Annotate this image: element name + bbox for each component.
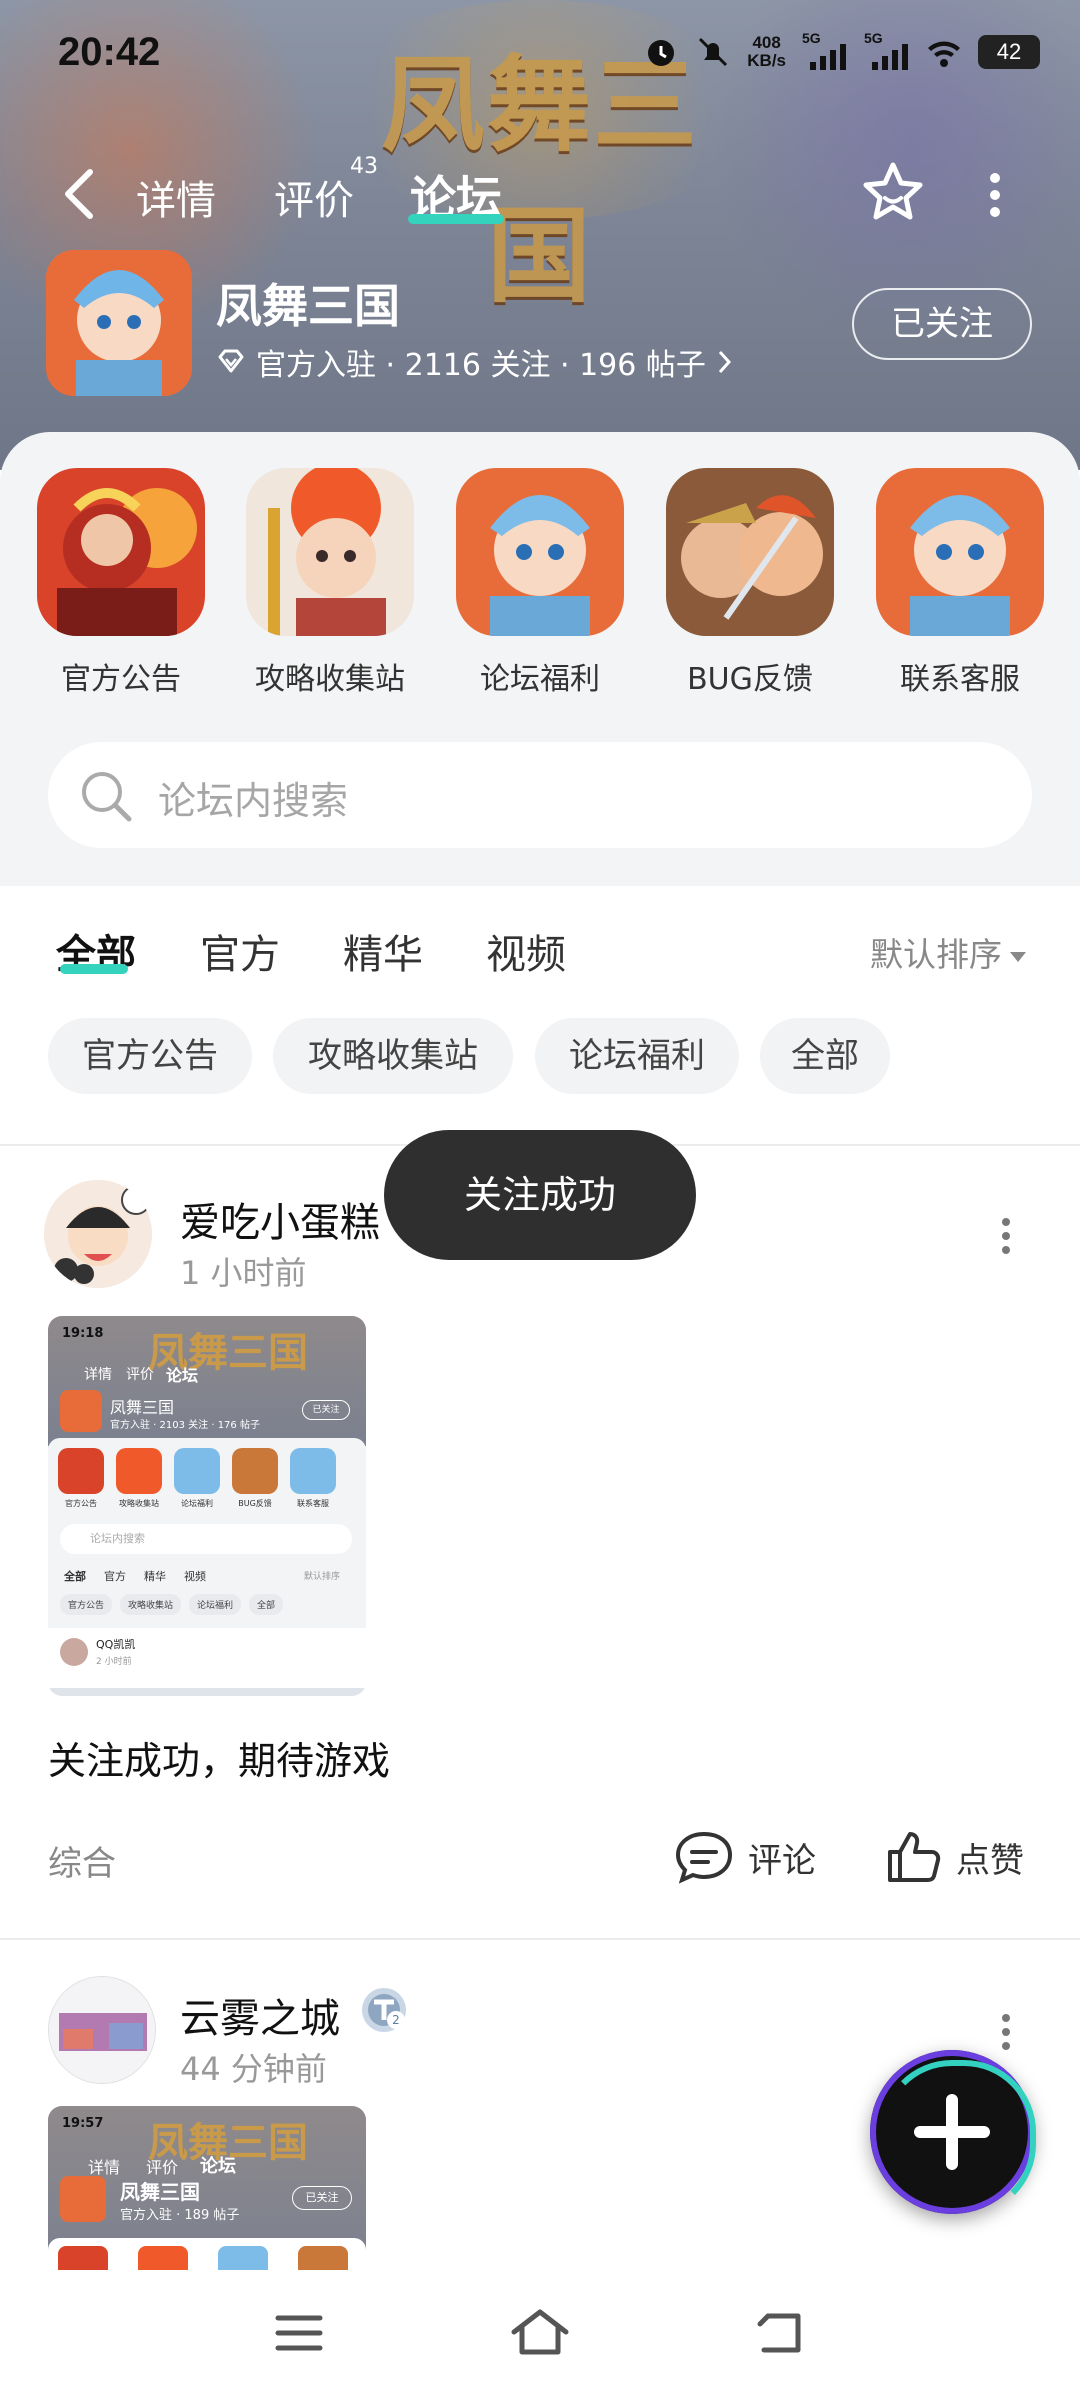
back-icon[interactable]	[754, 2308, 806, 2356]
more-options-icon[interactable]	[980, 170, 1010, 220]
signal-1-icon: 5G	[802, 30, 848, 70]
post-time: 44 分钟前	[180, 2050, 327, 2088]
divider	[0, 1938, 1080, 1940]
mute-bell-icon	[699, 37, 728, 67]
plus-icon	[914, 2094, 990, 2170]
quick-link-bug-report[interactable]: BUG反馈	[665, 468, 835, 698]
quick-link-welfare[interactable]: 论坛福利	[455, 468, 625, 698]
tab-reviews[interactable]: 评价	[274, 168, 354, 226]
filter-tab-featured[interactable]: 精华	[343, 922, 423, 980]
chip-strategy[interactable]: 攻略收集站	[273, 1018, 513, 1094]
post-image-thumbnail[interactable]: 凤舞三国 19:18 详情 评价 论坛 凤舞三国 官方入驻 · 2103 关注 …	[48, 1316, 366, 1696]
strategy-icon	[246, 468, 414, 636]
forum-search-input[interactable]: 论坛内搜索	[48, 742, 1032, 848]
filter-tab-official[interactable]: 官方	[200, 922, 280, 980]
customer-service-icon	[876, 468, 1044, 636]
search-placeholder: 论坛内搜索	[158, 779, 349, 823]
menu-icon[interactable]	[274, 2312, 324, 2354]
post-author-name[interactable]: 云雾之城	[180, 1986, 340, 2044]
forum-meta[interactable]: 官方入驻 · 2116 关注 · 196 帖子	[216, 340, 734, 384]
thumbs-up-icon	[888, 1832, 941, 1882]
comment-icon	[675, 1831, 733, 1884]
filter-tab-indicator	[60, 964, 128, 974]
chip-welfare[interactable]: 论坛福利	[535, 1018, 739, 1094]
forum-panel: 官方公告 攻略收集站 论坛福利 BUG反馈 联系客服 论坛内搜索	[0, 432, 1080, 886]
status-bar: 20:42 408 KB/s 5G 5G 42	[0, 0, 1080, 110]
top-navigation: 详情 评价 43 论坛	[0, 150, 1080, 240]
filter-tab-video[interactable]: 视频	[486, 922, 566, 980]
bug-report-icon	[666, 468, 834, 636]
search-icon	[82, 772, 132, 822]
forum-avatar	[46, 250, 192, 396]
chip-all[interactable]: 全部	[760, 1018, 890, 1094]
reviews-count-badge: 43	[350, 154, 378, 179]
create-post-button[interactable]	[870, 2050, 1036, 2216]
comment-button[interactable]: 评论	[674, 1830, 816, 1884]
tab-active-indicator	[408, 214, 504, 224]
sort-dropdown[interactable]: 默认排序	[870, 928, 1026, 976]
chevron-down-icon	[1010, 951, 1026, 962]
quick-link-strategy[interactable]: 攻略收集站	[245, 468, 415, 698]
forum-name: 凤舞三国	[216, 279, 400, 333]
system-navigation-bar	[0, 2270, 1080, 2400]
official-diamond-icon	[218, 349, 244, 373]
chip-announcements[interactable]: 官方公告	[48, 1018, 252, 1094]
tab-details[interactable]: 详情	[136, 168, 216, 226]
welfare-icon	[456, 468, 624, 636]
like-button[interactable]: 点赞	[886, 1830, 1024, 1884]
post-category[interactable]: 综合	[48, 1836, 116, 1885]
post-time: 1 小时前	[180, 1254, 307, 1292]
wifi-icon	[928, 41, 960, 67]
quick-link-announcements[interactable]: 官方公告	[36, 468, 206, 698]
post-author-name[interactable]: 爱吃小蛋糕	[180, 1190, 380, 1248]
alarm-icon	[648, 40, 675, 66]
post-image-thumbnail[interactable]: 凤舞三国 19:57 详情 评价 论坛 凤舞三国 官方入驻 · 189 帖子 已…	[48, 2106, 366, 2270]
signal-2-icon: 5G	[864, 30, 910, 70]
svg-text:2: 2	[392, 2013, 400, 2027]
battery-icon: 42	[978, 35, 1040, 69]
post-more-icon[interactable]	[996, 2012, 1016, 2052]
post-author-avatar[interactable]	[48, 1976, 156, 2084]
network-speed: 408 KB/s	[747, 33, 786, 70]
quick-link-customer-service[interactable]: 联系客服	[875, 468, 1045, 698]
home-icon[interactable]	[508, 2306, 572, 2358]
status-time: 20:42	[58, 30, 161, 74]
post-more-icon[interactable]	[996, 1216, 1016, 1256]
forum-stats-text: 官方入驻 · 2116 关注 · 196 帖子	[256, 348, 706, 383]
user-level-badge-icon: 2	[362, 1988, 406, 2032]
favorite-star-icon[interactable]	[860, 160, 926, 226]
followed-button[interactable]: 已关注	[852, 288, 1032, 360]
announcements-icon	[37, 468, 205, 636]
back-arrow-icon[interactable]	[56, 166, 100, 222]
post-content[interactable]: 关注成功，期待游戏	[48, 1730, 390, 1785]
chevron-right-icon	[718, 350, 731, 374]
toast-message: 关注成功	[384, 1130, 696, 1260]
post-author-avatar[interactable]	[44, 1180, 152, 1288]
